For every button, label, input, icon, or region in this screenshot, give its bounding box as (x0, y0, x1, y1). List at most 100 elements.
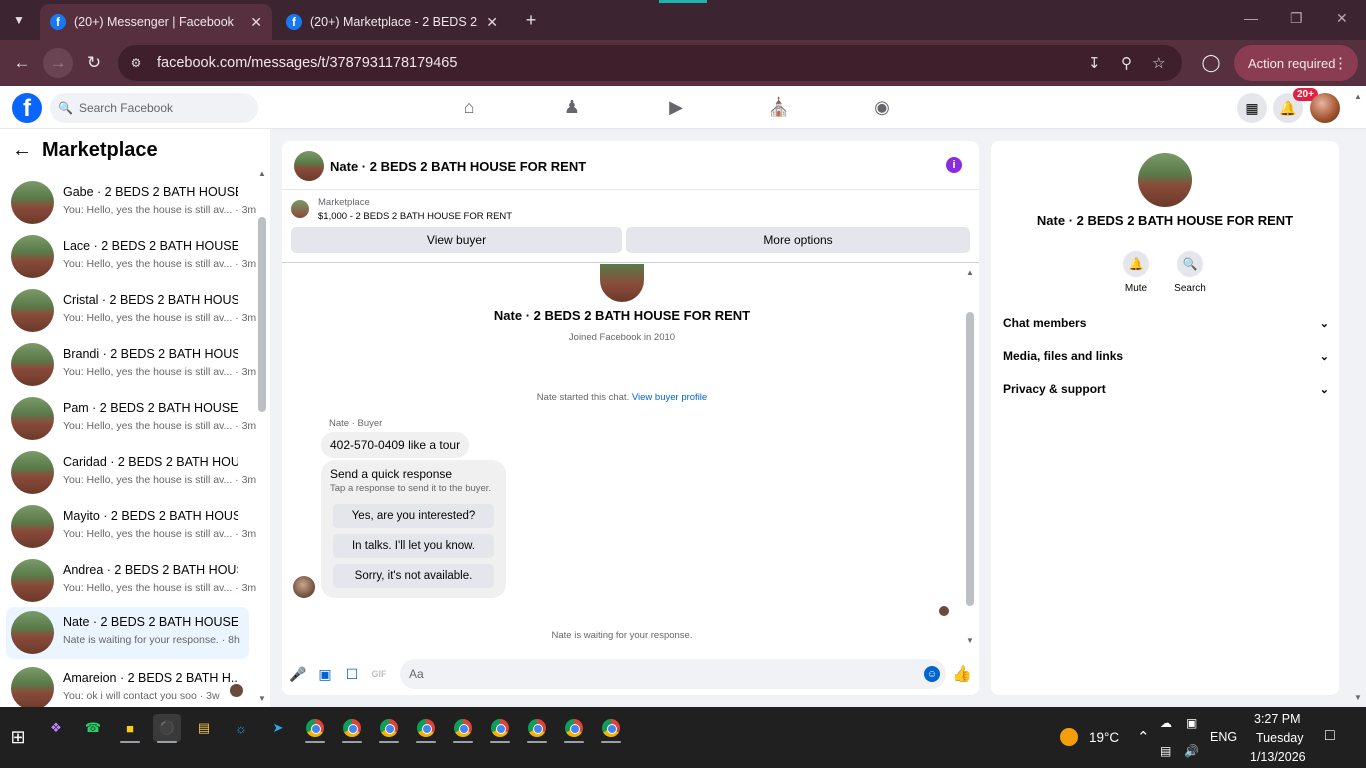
volume-icon[interactable]: 🔊 (1184, 744, 1199, 758)
home-icon[interactable]: ⌂ (458, 96, 480, 118)
listing-thumbnail[interactable] (291, 200, 309, 218)
chrome-icon[interactable] (597, 714, 625, 743)
recorder-icon[interactable]: ⚫ (153, 714, 181, 743)
facebook-logo[interactable]: f (12, 93, 42, 123)
clock-date[interactable]: 1/13/2026 (1250, 750, 1306, 764)
chrome-icon[interactable] (338, 714, 366, 743)
mute-action[interactable]: 🔔 Mute (1111, 251, 1161, 294)
marketplace-icon[interactable]: ⛪ (768, 96, 790, 118)
whatsapp-icon[interactable]: ☎ (79, 714, 107, 742)
close-tab-icon[interactable]: ✕ (250, 14, 262, 31)
clock-day[interactable]: Tuesday (1256, 731, 1303, 745)
chat-scroll-down-arrow[interactable]: ▼ (966, 636, 974, 645)
file-explorer-icon[interactable]: ▤ (190, 714, 218, 742)
language-indicator[interactable]: ENG (1210, 730, 1237, 744)
conversation-item[interactable]: Gabe · 2 BEDS 2 BATH HOUSE F... You: Hell… (6, 177, 256, 229)
chrome-icon[interactable] (560, 714, 588, 743)
sticky-notes-icon[interactable]: ■ (116, 714, 144, 743)
conversation-item[interactable]: Amareion · 2 BEDS 2 BATH H... You: ok i w… (6, 663, 249, 707)
chat-scroll-up-arrow[interactable]: ▲ (966, 268, 974, 277)
emoji-icon[interactable]: ☺ (924, 666, 940, 682)
chat-members-section[interactable]: Chat members ⌄ (1003, 313, 1329, 333)
chrome-icon[interactable] (486, 714, 514, 743)
sticker-icon[interactable]: ☐ (343, 665, 361, 683)
video-icon[interactable]: ▶ (665, 96, 687, 118)
new-tab-button[interactable]: + (520, 8, 542, 32)
chat-title[interactable]: Nate · 2 BEDS 2 BATH HOUSE FOR RENT (330, 159, 586, 174)
more-options-button[interactable]: More options (626, 227, 970, 253)
show-hidden-icons-chevron-up-icon[interactable]: ⌃ (1137, 728, 1150, 746)
window-close-icon[interactable]: ✕ (1336, 10, 1348, 27)
conversation-item[interactable]: Cristal · 2 BEDS 2 BATH HOUSE ... You: He… (6, 285, 256, 337)
copilot-icon[interactable]: ❖ (42, 714, 70, 742)
message-bubble[interactable]: 402-570-0409 like a tour (321, 432, 470, 458)
microphone-icon[interactable]: 🎤 (289, 665, 307, 683)
tab-messenger[interactable]: f (20+) Messenger | Facebook ✕ (40, 4, 272, 40)
url-text[interactable]: facebook.com/messages/t/3787931178179465 (157, 55, 457, 71)
quick-response-not-available-button[interactable]: Sorry, it's not available. (333, 564, 494, 588)
chrome-icon[interactable] (301, 714, 329, 743)
tab-marketplace[interactable]: f (20+) Marketplace - 2 BEDS 2 BATH HOUS… (276, 4, 508, 40)
left-scrollbar[interactable] (258, 217, 266, 412)
friends-icon[interactable]: ♟ (561, 96, 583, 118)
zoom-icon[interactable]: ⚲ (1121, 54, 1132, 72)
gaming-icon[interactable]: ◉ (871, 96, 893, 118)
conversation-item[interactable]: Caridad · 2 BEDS 2 BATH HOUS... You: Hell… (6, 447, 256, 499)
privacy-support-section[interactable]: Privacy & support ⌄ (1003, 379, 1329, 399)
conversation-item[interactable]: Nate · 2 BEDS 2 BATH HOUSE F... Nate is w… (6, 607, 249, 659)
view-buyer-button[interactable]: View buyer (291, 227, 622, 253)
chrome-icon[interactable] (523, 714, 551, 743)
media-files-links-section[interactable]: Media, files and links ⌄ (1003, 346, 1329, 366)
network-icon[interactable]: ▤ (1160, 744, 1171, 758)
scroll-down-arrow[interactable]: ▼ (258, 694, 266, 703)
address-bar[interactable]: ⚙ facebook.com/messages/t/37879311781794… (118, 45, 1182, 81)
onedrive-icon[interactable]: ☁ (1160, 716, 1172, 730)
bookmark-star-icon[interactable]: ☆ (1152, 54, 1165, 72)
conversation-item[interactable]: Lace · 2 BEDS 2 BATH HOUSE F... You: Hell… (6, 231, 256, 283)
account-avatar[interactable] (1310, 93, 1340, 123)
telegram-icon[interactable]: ➤ (264, 714, 292, 742)
action-required-button[interactable]: Action required ⋮ (1234, 45, 1358, 81)
windows-start-icon[interactable]: ⊞ (4, 723, 32, 751)
minimize-icon[interactable]: — (1244, 10, 1258, 26)
attach-photo-icon[interactable]: ▣ (316, 665, 334, 683)
temperature[interactable]: 19°C (1089, 730, 1119, 745)
profile-icon[interactable]: ◯ (1196, 48, 1226, 78)
search-facebook-input[interactable]: 🔍 Search Facebook (50, 93, 258, 123)
close-tab-icon[interactable]: ✕ (486, 14, 498, 31)
meet-now-icon[interactable]: ▣ (1186, 716, 1197, 730)
reload-button[interactable]: ↻ (79, 48, 109, 78)
search-action[interactable]: 🔍 Search (1165, 251, 1215, 294)
chat-avatar[interactable] (294, 151, 324, 181)
sender-avatar[interactable] (293, 576, 315, 598)
install-app-icon[interactable]: ↧ (1088, 54, 1101, 72)
back-arrow-icon[interactable]: ← (12, 139, 32, 162)
thumbs-up-icon[interactable]: 👍 (952, 665, 972, 683)
chat-scrollbar[interactable] (966, 312, 974, 606)
weather-sun-icon[interactable] (1060, 728, 1078, 746)
restore-icon[interactable]: ❐ (1290, 10, 1303, 27)
menu-grid-icon[interactable]: ▦ (1237, 93, 1267, 123)
conversation-item[interactable]: Mayito · 2 BEDS 2 BATH HOUSE... You: Hell… (6, 501, 256, 553)
chrome-icon[interactable] (375, 714, 403, 743)
info-icon[interactable]: i (946, 157, 962, 173)
chrome-icon[interactable] (449, 714, 477, 743)
conversation-item[interactable]: Andrea · 2 BEDS 2 BATH HOUS... You: Hello… (6, 555, 256, 607)
gif-icon[interactable]: GIF (370, 665, 388, 683)
message-input[interactable]: Aa ☺ (400, 659, 946, 689)
back-button[interactable]: ← (7, 48, 37, 78)
scroll-up-arrow[interactable]: ▲ (258, 169, 266, 178)
page-scroll-down-arrow[interactable]: ▼ (1354, 693, 1362, 702)
quick-response-in-talks-button[interactable]: In talks. I'll let you know. (333, 534, 494, 558)
listing-title[interactable]: $1,000 - 2 BEDS 2 BATH HOUSE FOR RENT (318, 211, 512, 222)
details-avatar[interactable] (1138, 153, 1192, 207)
conversation-item[interactable]: Pam · 2 BEDS 2 BATH HOUSE F... You: Hello… (6, 393, 256, 445)
notification-center-icon[interactable]: □ (1325, 727, 1335, 745)
tab-search-menu[interactable]: ▼ (6, 8, 32, 32)
clock-time[interactable]: 3:27 PM (1254, 712, 1301, 726)
conversation-item[interactable]: Brandi · 2 BEDS 2 BATH HOUSE ... You: Hel… (6, 339, 256, 391)
forward-button[interactable]: → (43, 48, 73, 78)
page-scroll-up-arrow[interactable]: ▲ (1354, 92, 1362, 101)
site-info-icon[interactable]: ⚙ (126, 53, 146, 73)
quick-response-yes-button[interactable]: Yes, are you interested? (333, 504, 494, 528)
